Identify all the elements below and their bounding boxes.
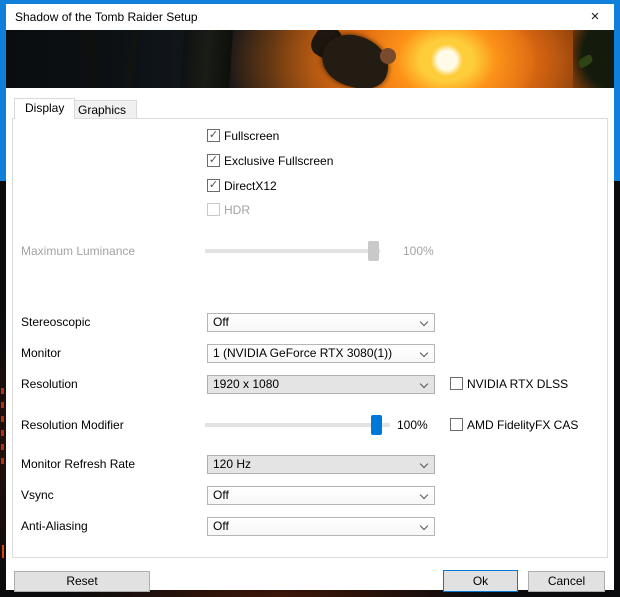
chevron-down-icon: [420, 349, 428, 357]
ok-button[interactable]: Ok: [443, 570, 518, 592]
stereoscopic-label: Stereoscopic: [21, 315, 90, 329]
banner-tree-trunk: [180, 30, 233, 88]
vsync-dropdown[interactable]: Off: [207, 486, 435, 505]
maximum-luminance-value: 100%: [403, 244, 434, 258]
exclusive-fullscreen-checkbox[interactable]: ✓: [207, 154, 220, 167]
vsync-value: Off: [213, 488, 229, 502]
resolution-modifier-value: 100%: [397, 418, 428, 432]
chevron-down-icon: [420, 380, 428, 388]
tab-graphics[interactable]: Graphics: [67, 100, 137, 118]
resolution-modifier-slider-thumb[interactable]: [371, 415, 382, 435]
anti-aliasing-label: Anti-Aliasing: [21, 519, 88, 533]
game-banner-image: [6, 30, 614, 88]
resolution-dropdown[interactable]: 1920 x 1080: [207, 375, 435, 394]
amd-fidelityfx-cas-label: AMD FidelityFX CAS: [467, 418, 578, 432]
anti-aliasing-dropdown[interactable]: Off: [207, 517, 435, 536]
chevron-down-icon: [420, 522, 428, 530]
banner-vine: [81, 30, 100, 88]
close-icon[interactable]: ×: [576, 4, 614, 30]
monitor-refresh-rate-value: 120 Hz: [213, 457, 251, 471]
fullscreen-checkbox[interactable]: ✓: [207, 129, 220, 142]
directx12-checkbox[interactable]: ✓: [207, 179, 220, 192]
background-artifact: [2, 545, 4, 558]
stereoscopic-dropdown[interactable]: Off: [207, 313, 435, 332]
banner-vine: [123, 30, 140, 88]
maximum-luminance-slider-thumb: [368, 241, 379, 261]
banner-figure-head: [380, 48, 396, 64]
chevron-down-icon: [420, 491, 428, 499]
monitor-value: 1 (NVIDIA GeForce RTX 3080(1)): [213, 346, 392, 360]
maximum-luminance-label: Maximum Luminance: [21, 244, 135, 258]
desktop-background: Shadow of the Tomb Raider Setup × Displa…: [0, 0, 620, 597]
hdr-checkbox: [207, 203, 220, 216]
monitor-label: Monitor: [21, 346, 61, 360]
directx12-label: DirectX12: [224, 179, 277, 193]
nvidia-rtx-dlss-checkbox[interactable]: [450, 377, 463, 390]
monitor-refresh-rate-label: Monitor Refresh Rate: [21, 457, 135, 471]
cancel-button[interactable]: Cancel: [528, 571, 605, 592]
setup-dialog: Shadow of the Tomb Raider Setup × Displa…: [6, 4, 614, 590]
fullscreen-label: Fullscreen: [224, 129, 279, 143]
resolution-value: 1920 x 1080: [213, 377, 279, 391]
resolution-modifier-slider-track[interactable]: [205, 423, 390, 427]
reset-button[interactable]: Reset: [14, 571, 150, 592]
monitor-dropdown[interactable]: 1 (NVIDIA GeForce RTX 3080(1)): [207, 344, 435, 363]
title-bar: Shadow of the Tomb Raider Setup ×: [6, 4, 614, 30]
amd-fidelityfx-cas-checkbox[interactable]: [450, 418, 463, 431]
chevron-down-icon: [420, 318, 428, 326]
chevron-down-icon: [420, 460, 428, 468]
window-title: Shadow of the Tomb Raider Setup: [15, 4, 198, 30]
resolution-label: Resolution: [21, 377, 78, 391]
vsync-label: Vsync: [21, 488, 54, 502]
exclusive-fullscreen-label: Exclusive Fullscreen: [224, 154, 333, 168]
nvidia-rtx-dlss-label: NVIDIA RTX DLSS: [467, 377, 568, 391]
stereoscopic-value: Off: [213, 315, 229, 329]
tab-display[interactable]: Display: [14, 98, 75, 119]
anti-aliasing-value: Off: [213, 519, 229, 533]
background-artifact: [1, 388, 4, 472]
monitor-refresh-rate-dropdown[interactable]: 120 Hz: [207, 455, 435, 474]
resolution-modifier-label: Resolution Modifier: [21, 418, 124, 432]
maximum-luminance-slider-track: [205, 249, 380, 253]
hdr-label: HDR: [224, 203, 250, 217]
